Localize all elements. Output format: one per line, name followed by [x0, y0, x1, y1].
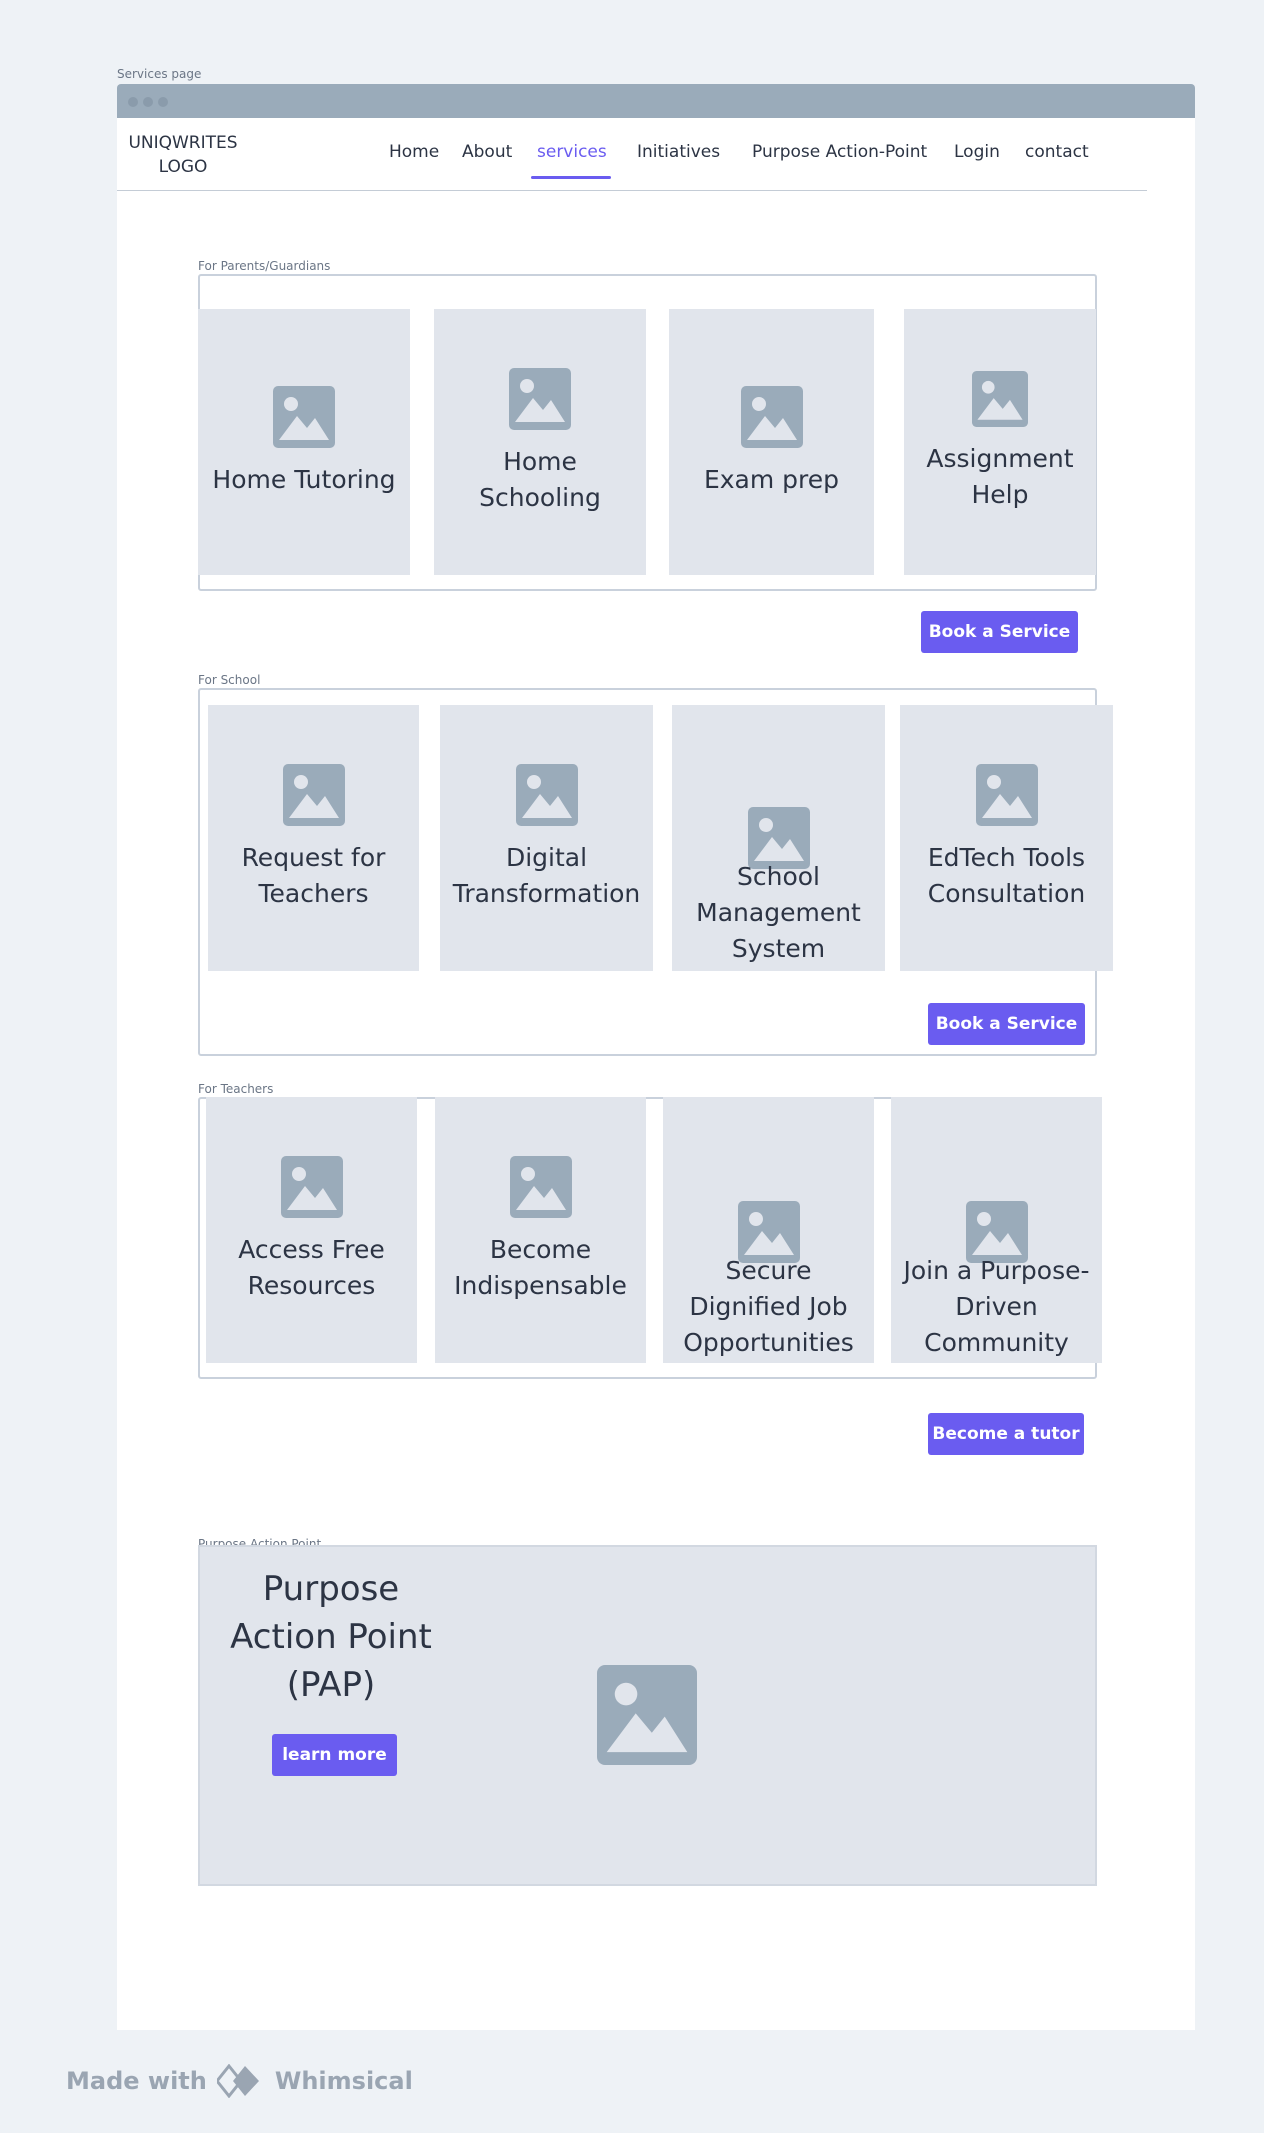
card-title: Exam prep — [703, 465, 840, 494]
card-title: Access Free Resources — [238, 1235, 385, 1300]
service-card-digital-transformation[interactable]: Digital Transformation — [440, 705, 653, 971]
service-card-free-resources[interactable]: Access Free Resources — [206, 1097, 417, 1363]
service-card-assignment-help[interactable]: Assignment Help — [904, 309, 1096, 575]
nav-contact[interactable]: contact — [1025, 142, 1089, 162]
header-divider — [117, 190, 1147, 191]
service-card-exam-prep[interactable]: Exam prep — [669, 309, 874, 575]
card-title: Digital Transformation — [452, 843, 641, 908]
window-dot-icon — [158, 97, 168, 107]
card-title: Home Tutoring — [212, 465, 396, 494]
service-card-request-teachers[interactable]: Request for Teachers — [208, 705, 419, 971]
service-card-purpose-community[interactable]: Join a Purpose-Driven Community — [891, 1097, 1102, 1363]
card-title: School Management System — [696, 862, 861, 963]
card-title: Home Schooling — [479, 447, 601, 512]
service-card-become-indispensable[interactable]: Become Indispensable — [435, 1097, 646, 1363]
whimsical-logo-icon — [216, 2064, 259, 2098]
section-label-school: For School — [198, 673, 261, 687]
image-placeholder-icon — [972, 371, 1028, 427]
nav-purpose-action-point[interactable]: Purpose Action-Point — [752, 142, 927, 162]
image-placeholder-icon — [509, 368, 571, 430]
section-label-teachers: For Teachers — [198, 1082, 274, 1096]
made-with-whimsical: Made with Whimsical — [66, 2064, 413, 2098]
nav-services[interactable]: services — [537, 142, 607, 162]
image-placeholder-icon — [740, 386, 803, 448]
card-title: Become Indispensable — [454, 1235, 627, 1300]
book-service-button-school[interactable]: Book a Service — [928, 1003, 1085, 1045]
image-placeholder-icon — [280, 1156, 343, 1218]
service-card-home-schooling[interactable]: Home Schooling — [434, 309, 646, 575]
nav-home[interactable]: Home — [389, 142, 439, 162]
learn-more-button[interactable]: learn more — [272, 1734, 397, 1776]
service-card-home-tutoring[interactable]: Home Tutoring — [198, 309, 410, 575]
book-service-button-parents[interactable]: Book a Service — [921, 611, 1078, 653]
become-tutor-button[interactable]: Become a tutor — [928, 1413, 1084, 1455]
card-title: EdTech Tools Consultation — [927, 843, 1086, 908]
image-placeholder-icon — [975, 764, 1038, 826]
window-dot-icon — [128, 97, 138, 107]
nav-active-indicator — [531, 176, 611, 179]
card-title: Assignment Help — [926, 444, 1074, 509]
card-title: Secure Dignified Job Opportunities — [683, 1256, 854, 1357]
browser-bar — [117, 84, 1195, 118]
frame-title: Services page — [117, 67, 202, 81]
pap-title: Purpose Action Point (PAP) — [230, 1569, 432, 1705]
service-card-school-management[interactable]: School Management System — [672, 705, 885, 971]
logo[interactable]: UNIQWRITES LOGO — [128, 131, 238, 179]
whimsical-brand-text: Whimsical — [274, 2067, 413, 2095]
image-placeholder-icon — [515, 764, 578, 826]
service-card-job-opportunities[interactable]: Secure Dignified Job Opportunities — [663, 1097, 874, 1363]
section-label-parents: For Parents/Guardians — [198, 259, 331, 273]
image-placeholder-icon — [273, 386, 335, 448]
card-title: Request for Teachers — [241, 843, 386, 908]
service-card-edtech-consultation[interactable]: EdTech Tools Consultation — [900, 705, 1113, 971]
pap-image-placeholder-icon — [597, 1665, 697, 1765]
card-title: Join a Purpose-Driven Community — [903, 1256, 1090, 1357]
nav-initiatives[interactable]: Initiatives — [637, 142, 720, 162]
nav-login[interactable]: Login — [954, 142, 1000, 162]
made-with-text: Made with — [66, 2067, 207, 2095]
image-placeholder-icon — [282, 764, 345, 826]
window-dot-icon — [143, 97, 153, 107]
logo-line2: LOGO — [158, 157, 208, 177]
image-placeholder-icon — [509, 1156, 572, 1218]
logo-line1: UNIQWRITES — [128, 133, 238, 153]
nav-about[interactable]: About — [462, 142, 512, 162]
